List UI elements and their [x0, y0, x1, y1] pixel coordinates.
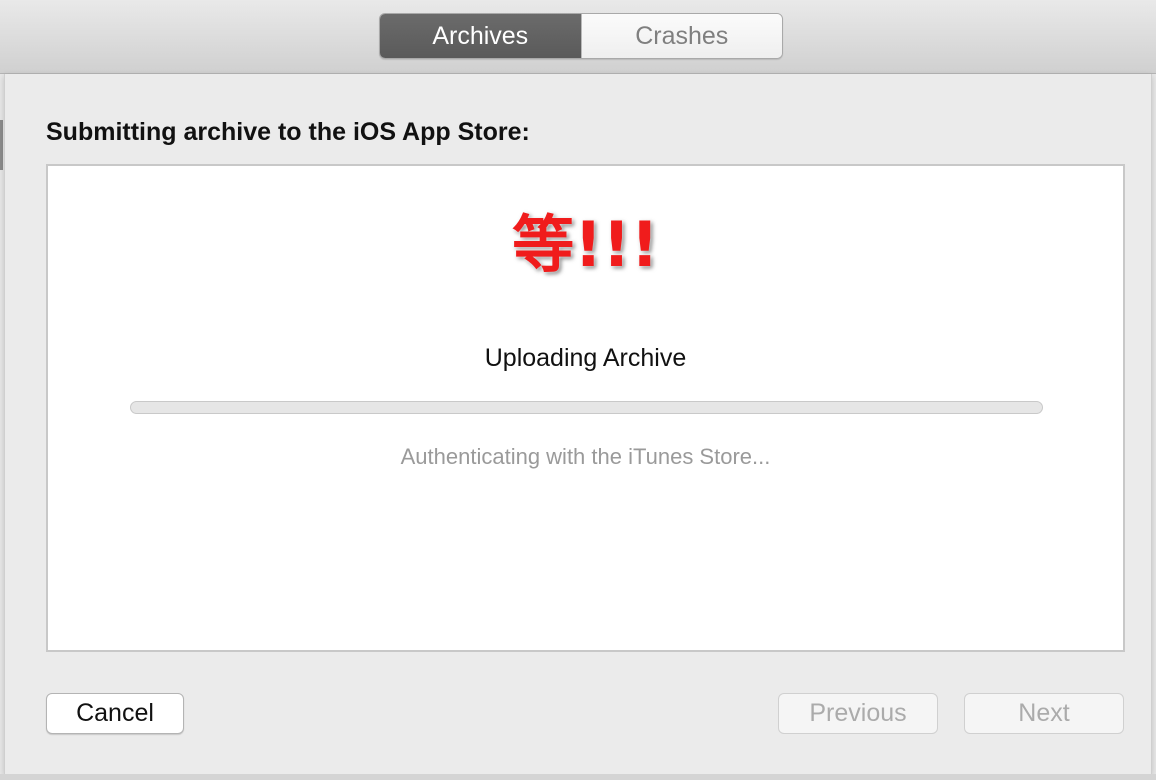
- submission-sheet: Submitting archive to the iOS App Store:…: [4, 74, 1152, 774]
- archives-crashes-segmented-control: Archives Crashes: [379, 13, 783, 59]
- tab-archives[interactable]: Archives: [380, 14, 581, 58]
- window-edge-divider: [0, 120, 3, 170]
- upload-status-panel: 等!!! Uploading Archive Authenticating wi…: [46, 164, 1125, 652]
- status-subtitle: Authenticating with the iTunes Store...: [400, 444, 771, 469]
- toolbar: Archives Crashes: [0, 0, 1156, 74]
- next-button[interactable]: Next: [964, 693, 1124, 734]
- tab-crashes[interactable]: Crashes: [580, 14, 782, 58]
- window-bottom-edge: [0, 774, 1156, 780]
- status-title: Uploading Archive: [484, 344, 687, 372]
- sheet-heading: Submitting archive to the iOS App Store:: [46, 118, 530, 146]
- previous-button[interactable]: Previous: [778, 693, 938, 734]
- upload-progress-bar: [130, 401, 1043, 414]
- cancel-button[interactable]: Cancel: [46, 693, 184, 734]
- xcode-organizer-window: Archives Crashes Submitting archive to t…: [0, 0, 1156, 780]
- annotation-overlay-text: 等!!!: [512, 208, 659, 281]
